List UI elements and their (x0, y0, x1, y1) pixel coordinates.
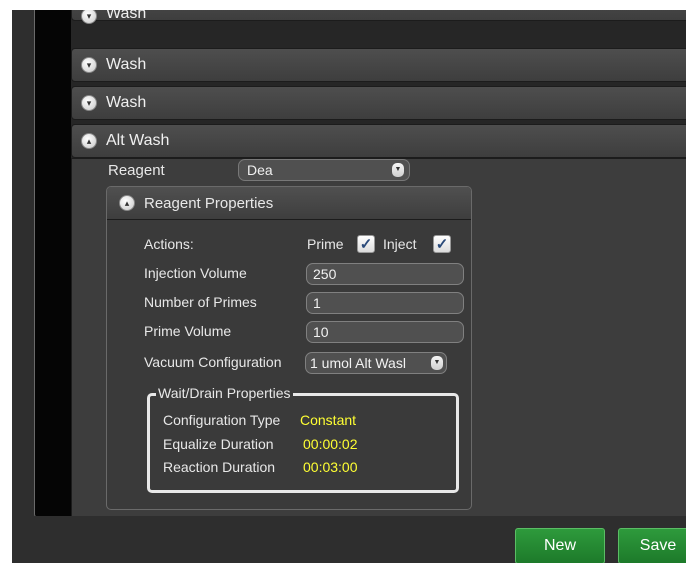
reagent-properties-header[interactable]: ▴ Reagent Properties (107, 187, 471, 220)
inject-label: Inject (383, 236, 417, 252)
actions-label: Actions: (144, 236, 194, 252)
injection-volume-label: Injection Volume (144, 265, 247, 281)
accordion-header-alt-wash[interactable]: ▴ Alt Wash (71, 124, 686, 158)
num-primes-field[interactable]: 1 (306, 292, 464, 314)
vacuum-config-value: 1 umol Alt Wasl (310, 355, 406, 371)
reaction-duration-value: 00:03:00 (303, 459, 358, 475)
reagent-properties-title: Reagent Properties (144, 195, 274, 212)
expand-icon[interactable]: ▾ (81, 95, 97, 111)
accordion-header-label: Wash (106, 56, 147, 73)
reagent-properties-panel: ▴ Reagent Properties Actions: Prime ✓ In… (106, 186, 472, 510)
reaction-duration-label: Reaction Duration (163, 459, 276, 475)
wait-drain-group: Wait/Drain Properties Configuration Type… (147, 385, 459, 493)
accordion-header-wash-2[interactable]: ▾ Wash (71, 48, 686, 82)
collapse-icon[interactable]: ▴ (119, 195, 135, 211)
check-icon: ✓ (435, 236, 449, 253)
accordion-header-label: Wash (106, 10, 147, 22)
reagent-label: Reagent (108, 162, 165, 179)
steps-panel: ▾ Wash ▾ Wash ▾ Wash ▴ Alt Wash Reagent … (34, 10, 686, 518)
expand-icon[interactable]: ▾ (81, 10, 97, 24)
expand-icon[interactable]: ▾ (81, 57, 97, 73)
new-button[interactable]: New (515, 528, 605, 563)
prime-volume-field[interactable]: 10 (306, 321, 464, 343)
prime-label: Prime (307, 236, 344, 252)
accordion-header-wash-1[interactable]: ▾ Wash (71, 10, 686, 24)
accordion-header-wash-3[interactable]: ▾ Wash (71, 86, 686, 120)
accordion-header-label: Wash (106, 94, 147, 111)
vacuum-config-select[interactable]: 1 umol Alt Wasl ▼ (305, 352, 447, 374)
chevron-down-icon: ▼ (392, 163, 404, 177)
equalize-duration-value: 00:00:02 (303, 436, 358, 452)
prime-volume-value: 10 (313, 324, 329, 340)
app-window: ▾ Wash ▾ Wash ▾ Wash ▴ Alt Wash Reagent … (12, 10, 686, 563)
alt-wash-body: Reagent Dea ▼ ▴ Reagent Properties Actio… (71, 158, 686, 517)
config-type-label: Configuration Type (163, 412, 281, 428)
save-button[interactable]: Save (618, 528, 686, 563)
check-icon: ✓ (359, 236, 373, 253)
num-primes-label: Number of Primes (144, 294, 257, 310)
chevron-down-icon: ▼ (431, 356, 443, 370)
num-primes-value: 1 (313, 295, 321, 311)
accordion-header-label: Alt Wash (106, 132, 170, 149)
inject-checkbox[interactable]: ✓ (433, 235, 451, 253)
wait-drain-title: Wait/Drain Properties (156, 385, 293, 401)
vacuum-config-label: Vacuum Configuration (144, 354, 282, 370)
injection-volume-field[interactable]: 250 (306, 263, 464, 285)
reagent-select-value: Dea (247, 162, 273, 178)
config-type-value: Constant (300, 412, 357, 428)
collapse-icon[interactable]: ▴ (81, 133, 97, 149)
injection-volume-value: 250 (313, 266, 337, 282)
reagent-select[interactable]: Dea ▼ (238, 159, 410, 181)
prime-checkbox[interactable]: ✓ (357, 235, 375, 253)
prime-volume-label: Prime Volume (144, 323, 232, 339)
equalize-duration-label: Equalize Duration (163, 436, 274, 452)
left-strip (35, 10, 71, 517)
